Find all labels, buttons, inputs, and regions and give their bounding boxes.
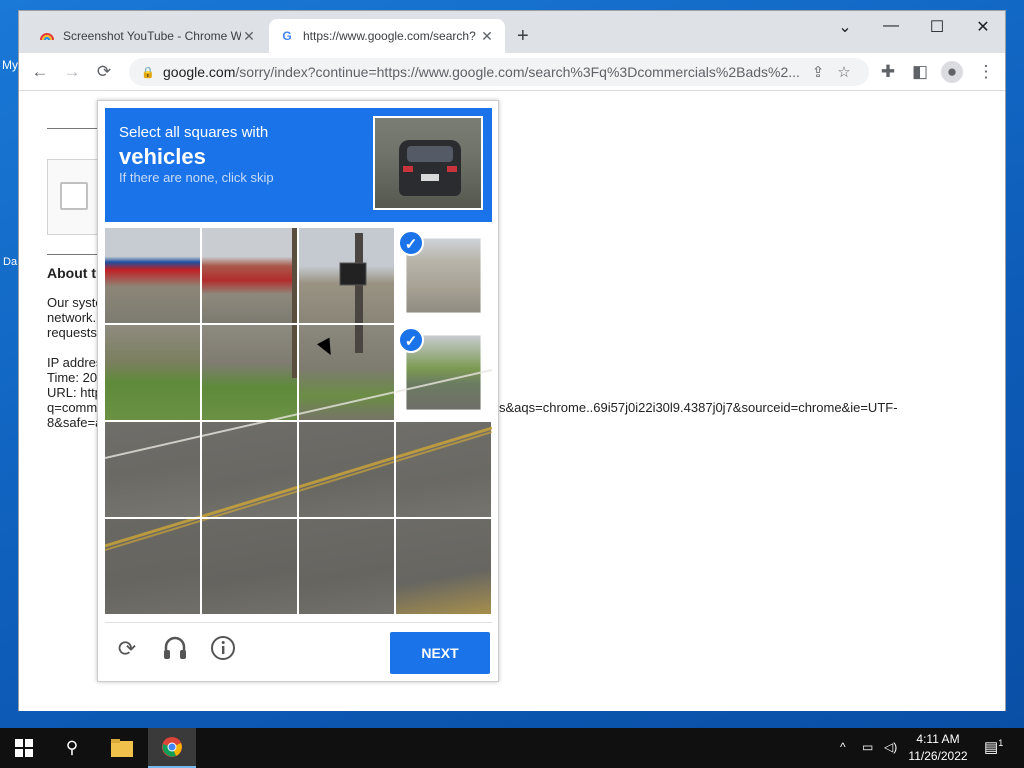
tab-google-search[interactable]: G https://www.google.com/search? ✕ (269, 19, 505, 53)
tab-title: https://www.google.com/search? (303, 29, 476, 43)
chrome-taskbar-icon[interactable] (148, 728, 196, 768)
volume-icon[interactable]: ◁) (884, 740, 897, 754)
selected-check-icon: ✓ (398, 327, 424, 353)
lock-icon[interactable]: 🔒 (141, 66, 155, 79)
browser-toolbar: ← → ⟳ 🔒 google.com/sorry/index?continue=… (19, 53, 1005, 91)
close-tab-icon[interactable]: ✕ (241, 28, 257, 45)
info-icon[interactable] (209, 635, 237, 663)
url-line-cont: q=comm (47, 400, 98, 415)
tab-title: Screenshot YouTube - Chrome W (63, 29, 241, 43)
tab-youtube-screenshot[interactable]: Screenshot YouTube - Chrome W ✕ (29, 19, 267, 53)
forward-arrow-icon[interactable]: → (61, 61, 83, 83)
profile-avatar-icon[interactable]: ● (941, 61, 963, 83)
back-arrow-icon[interactable]: ← (29, 61, 51, 83)
next-button[interactable]: NEXT (390, 632, 490, 674)
instruction-text: Select all squares with (119, 124, 269, 141)
minimize-icon[interactable]: — (873, 17, 909, 35)
bookmark-star-icon[interactable]: ☆ (831, 63, 857, 81)
close-window-icon[interactable]: ✕ (965, 17, 1001, 37)
clock-date: 11/26/2022 (908, 749, 968, 763)
reload-icon[interactable]: ⟳ (93, 61, 115, 83)
desktop-icon-label[interactable]: My (2, 58, 18, 72)
url-text[interactable]: google.com/sorry/index?continue=https://… (163, 64, 805, 80)
show-hidden-icons-chevron-icon[interactable]: ^ (840, 740, 846, 754)
para-line: Our syste (47, 295, 103, 310)
para-line: network. (47, 310, 97, 325)
extensions-puzzle-icon[interactable]: ✚ (877, 61, 899, 83)
url-line-tail: s&aqs=chrome..69i57j0i22i30l9.4387j0j7&s… (499, 400, 898, 415)
search-icon[interactable]: ⚲ (48, 728, 96, 768)
share-icon[interactable]: ⇪ (805, 63, 831, 81)
recaptcha-challenge: Select all squares with vehicles If ther… (97, 100, 499, 682)
side-panel-icon[interactable]: ◧ (909, 61, 931, 83)
new-tab-icon[interactable]: + (517, 25, 529, 48)
image-grid: ✓ ✓ (105, 228, 492, 615)
system-clock[interactable]: 4:11 AM 11/26/2022 (900, 731, 976, 765)
about-heading: About th (47, 265, 105, 281)
action-center-notification-icon[interactable]: ▤1 (984, 738, 1003, 756)
rainbow-icon (39, 28, 55, 44)
url-line-cont: 8&safe=a (47, 415, 103, 430)
challenge-footer: ⟳ NEXT (105, 622, 492, 676)
clock-time: 4:11 AM (916, 732, 960, 746)
google-g-icon: G (282, 29, 292, 43)
close-tab-icon[interactable]: ✕ (479, 28, 495, 45)
recaptcha-checkbox[interactable] (60, 182, 88, 210)
windows-start-icon[interactable] (0, 728, 48, 768)
selected-check-icon: ✓ (398, 230, 424, 256)
tab-search-chevron-icon[interactable]: ⌄ (827, 17, 863, 37)
url-line: URL: http (47, 385, 102, 400)
headphones-audio-icon[interactable] (161, 635, 189, 663)
sample-vehicle-image (373, 116, 483, 210)
kebab-menu-icon[interactable]: ⋮ (975, 61, 997, 83)
car-shape (399, 140, 461, 196)
file-explorer-icon[interactable] (98, 728, 146, 768)
para-line: requests (47, 325, 97, 340)
desktop-icon-label[interactable]: Da (3, 256, 17, 268)
address-bar[interactable]: 🔒 google.com/sorry/index?continue=https:… (129, 58, 869, 86)
skip-hint: If there are none, click skip (119, 170, 274, 185)
reload-challenge-icon[interactable]: ⟳ (113, 635, 141, 663)
maximize-icon[interactable]: ☐ (919, 17, 955, 37)
taskbar: ⚲ ^ ▭ ◁) 4:11 AM 11/26/2022 ▤1 (0, 728, 1024, 768)
target-object: vehicles (119, 144, 206, 169)
network-icon[interactable]: ▭ (862, 740, 873, 754)
ip-address-line: IP addres (47, 355, 103, 370)
challenge-header: Select all squares with vehicles If ther… (105, 108, 492, 222)
tab-strip: Screenshot YouTube - Chrome W ✕ G https:… (19, 11, 1005, 53)
time-line: Time: 20 (47, 370, 98, 385)
